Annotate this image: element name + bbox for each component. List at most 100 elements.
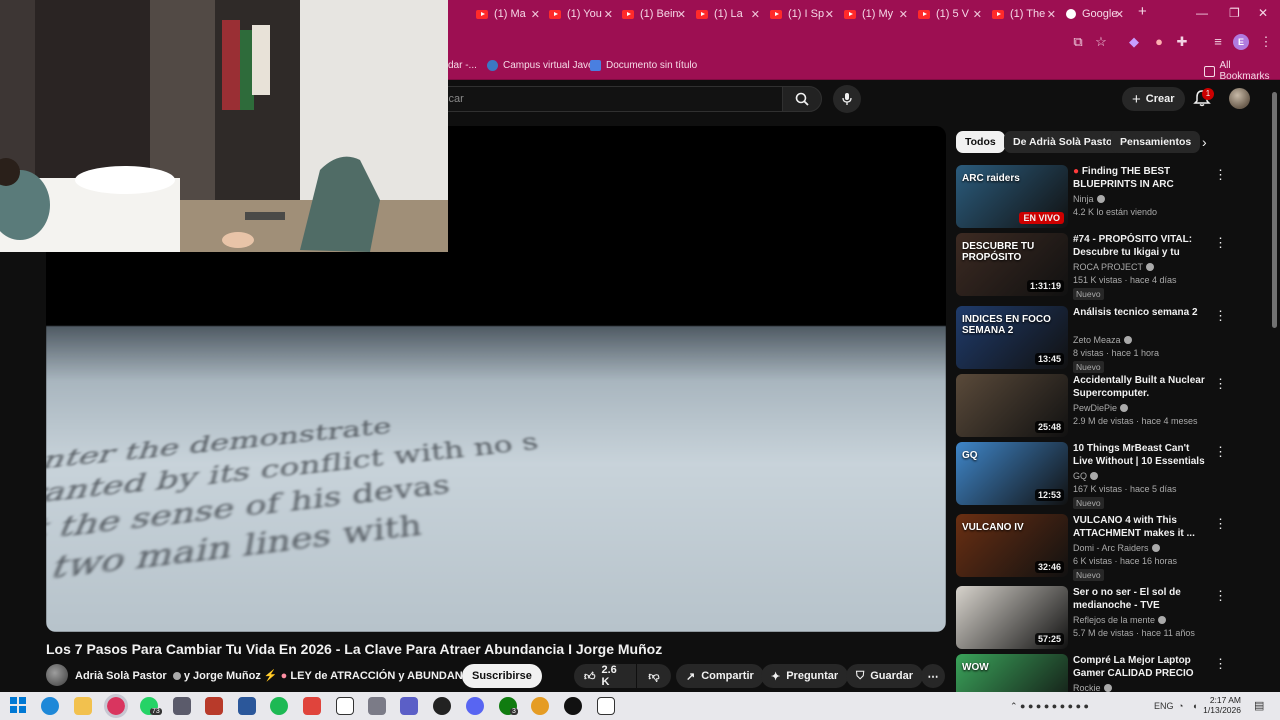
voice-search-button[interactable] (833, 85, 861, 113)
recommendation-item[interactable]: INDICES EN FOCO SEMANA 2 13:45 Análisis te… (956, 306, 1227, 373)
browser-tab[interactable]: Google ✕ (1066, 4, 1124, 24)
chip-channel[interactable]: De Adrià Solà Pastor (1004, 131, 1126, 153)
minimize-icon[interactable]: — (1196, 6, 1208, 20)
bookmark-item[interactable]: Campus virtual Jave... (487, 60, 602, 71)
discord-icon[interactable] (466, 697, 484, 715)
dislike-button[interactable]: 👎︎ (637, 664, 671, 688)
ask-button[interactable]: ✦ Preguntar (761, 664, 849, 688)
more-vertical-icon[interactable]: ⋮ (1214, 516, 1227, 532)
recommendation-title[interactable]: VULCANO 4 with This ATTACHMENT makes it … (1073, 514, 1211, 540)
close-tab-icon[interactable]: ✕ (1115, 8, 1124, 21)
media-controls-icon[interactable]: ≡ (1210, 34, 1226, 50)
recommendation-channel[interactable]: ROCA PROJECT (1073, 262, 1155, 272)
recommendation-title[interactable]: ● Finding THE BEST BLUEPRINTS IN ARC RAI… (1073, 165, 1211, 191)
recommendation-title[interactable]: Accidentally Built a Nuclear Supercomput… (1073, 374, 1211, 400)
new-tab-button[interactable]: + (1138, 3, 1147, 20)
close-tab-icon[interactable]: ✕ (531, 8, 540, 21)
extension-icon[interactable]: ◆ (1126, 34, 1142, 50)
profile-avatar[interactable]: E (1233, 34, 1249, 50)
extensions-puzzle-icon[interactable]: ✚ (1174, 34, 1190, 50)
chip-todos[interactable]: Todos (956, 131, 1005, 153)
app-icon[interactable] (303, 697, 321, 715)
recommendation-channel[interactable]: Zeto Meaza (1073, 335, 1132, 345)
account-avatar[interactable] (1229, 88, 1250, 109)
app-icon[interactable] (531, 697, 549, 715)
recommendation-item[interactable]: DESCUBRE TU PROPÓSITO 1:31:19 #74 - PROPÓS… (956, 233, 1227, 300)
search-input[interactable]: scar (430, 86, 782, 112)
spotify-icon[interactable] (270, 697, 288, 715)
bookmark-item[interactable]: Documento sin título (590, 60, 697, 71)
close-tab-icon[interactable]: ✕ (899, 8, 908, 21)
video-thumbnail[interactable]: INDICES EN FOCO SEMANA 2 13:45 (956, 306, 1068, 369)
search-button[interactable] (782, 86, 822, 112)
bookmark-star-icon[interactable]: ☆ (1093, 34, 1109, 50)
word-icon[interactable] (238, 697, 256, 715)
calculator-icon[interactable] (173, 697, 191, 715)
share-button[interactable]: ↗ Compartir (676, 664, 764, 688)
all-bookmarks-button[interactable]: All Bookmarks (1204, 60, 1280, 82)
extension-badge-icon[interactable]: ● (1151, 34, 1167, 50)
more-vertical-icon[interactable]: ⋮ (1214, 308, 1227, 324)
browser-tab[interactable]: (1) I Sp ✕ (770, 4, 834, 24)
video-thumbnail[interactable]: VULCANO IV 32:46 (956, 514, 1068, 577)
recommendation-title[interactable]: #74 - PROPÓSITO VITAL: Descubre tu Ikiga… (1073, 233, 1211, 259)
volume-icon[interactable]: ◖ (1192, 701, 1197, 711)
browser-tab[interactable]: (1) Bein ✕ (622, 4, 686, 24)
channel-names[interactable]: Adrià Solà Pastor y Jorge Muñoz ⚡ ● LEY … (75, 669, 482, 682)
channel-name[interactable]: Adrià Solà Pastor (75, 670, 167, 682)
save-button[interactable]: ⛉ Guardar (846, 664, 924, 688)
recommendation-title[interactable]: Compré La Mejor Laptop Gamer CALIDAD PRE… (1073, 654, 1211, 680)
recommendation-channel[interactable]: Reflejos de la mente (1073, 615, 1167, 625)
video-thumbnail[interactable]: 25:48 (956, 374, 1068, 437)
recommendation-channel[interactable]: Domi - Arc Raiders (1073, 543, 1160, 553)
bookmark-item[interactable]: dar -... (448, 60, 477, 71)
clock[interactable]: 2:17 AM 1/13/2026 (1203, 695, 1241, 715)
browser-tab[interactable]: (1) The ✕ (992, 4, 1056, 24)
channel-name-3[interactable]: LEY de ATRACCIÓN y ABUNDANCIA (290, 670, 481, 682)
recommendation-title[interactable]: Ser o no ser - El sol de medianoche - TV… (1073, 586, 1211, 612)
close-tab-icon[interactable]: ✕ (604, 8, 613, 21)
more-actions-button[interactable]: ⋯ (921, 664, 945, 688)
app-icon[interactable] (564, 697, 582, 715)
file-explorer-icon[interactable] (74, 697, 92, 715)
close-tab-icon[interactable]: ✕ (677, 8, 686, 21)
recommendation-item[interactable]: 25:48 Accidentally Built a Nuclear Superc… (956, 374, 1227, 438)
video-thumbnail[interactable]: 57:25 (956, 586, 1068, 649)
more-vertical-icon[interactable]: ⋮ (1214, 235, 1227, 251)
browser-tab[interactable]: (1) You ✕ (549, 4, 613, 24)
channel-name-2[interactable]: y Jorge Muñoz (184, 670, 261, 682)
close-tab-icon[interactable]: ✕ (973, 8, 982, 21)
recommendation-title[interactable]: Análisis tecnico semana 2 (1073, 306, 1211, 319)
recommendation-channel[interactable]: Ninja (1073, 194, 1105, 204)
chrome-menu-icon[interactable]: ⋮ (1258, 34, 1274, 50)
chevron-right-icon[interactable]: › (1202, 134, 1207, 150)
browser-tab[interactable]: (1) 5 V ✕ (918, 4, 982, 24)
edge-icon[interactable] (41, 697, 59, 715)
tray-icons[interactable]: ⌃ ● ● ● ● ● ● ● ● ● (1010, 701, 1089, 712)
video-thumbnail[interactable]: GQ 12:53 (956, 442, 1068, 505)
chrome-icon[interactable] (104, 694, 128, 718)
close-tab-icon[interactable]: ✕ (825, 8, 834, 21)
create-button[interactable]: + Crear (1122, 87, 1185, 111)
recommendation-item[interactable]: ARC raiders EN VIVO ● Finding THE BEST BLU… (956, 165, 1227, 229)
more-vertical-icon[interactable]: ⋮ (1214, 588, 1227, 604)
windows-start-icon[interactable] (10, 697, 28, 715)
close-tab-icon[interactable]: ✕ (751, 8, 760, 21)
notifications-icon[interactable]: ▤ (1254, 699, 1264, 712)
recommendation-channel[interactable]: GQ (1073, 471, 1099, 481)
teams-icon[interactable] (400, 697, 418, 715)
browser-tab[interactable]: (1) Ma ✕ (476, 4, 540, 24)
scrollbar-thumb[interactable] (1272, 92, 1277, 328)
install-app-icon[interactable]: ⧉ (1070, 34, 1086, 50)
close-window-icon[interactable]: ✕ (1258, 6, 1268, 20)
restore-icon[interactable]: ❐ (1229, 6, 1240, 20)
browser-tab[interactable]: (1) My ✕ (844, 4, 908, 24)
subscribe-button[interactable]: Suscribirse (462, 664, 542, 688)
chatgpt-icon[interactable] (433, 697, 451, 715)
recommendation-item[interactable]: VULCANO IV 32:46 VULCANO 4 with This ATTAC… (956, 514, 1227, 581)
video-thumbnail[interactable]: ARC raiders EN VIVO (956, 165, 1068, 228)
usb-icon[interactable] (368, 697, 386, 715)
chip-pensamientos[interactable]: Pensamientos (1111, 131, 1201, 153)
notion-icon[interactable] (336, 697, 354, 715)
more-vertical-icon[interactable]: ⋮ (1214, 376, 1227, 392)
